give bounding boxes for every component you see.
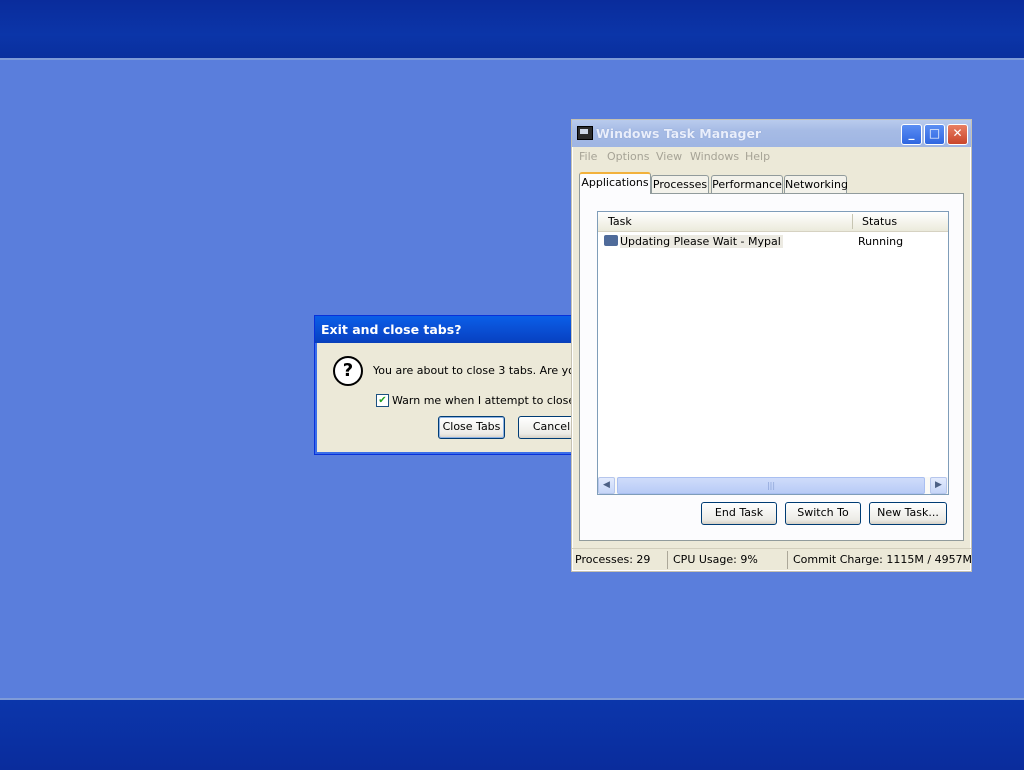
- status-divider: [667, 551, 668, 569]
- desktop-bottom-band: [0, 698, 1024, 770]
- task-list-header: Task Status: [598, 212, 948, 232]
- menu-file[interactable]: File: [579, 150, 597, 163]
- minimize-button[interactable]: _: [901, 124, 922, 145]
- status-commit: Commit Charge: 1115M / 4957M: [793, 553, 973, 566]
- app-window-icon: [604, 235, 618, 246]
- tab-performance[interactable]: Performance: [711, 175, 783, 194]
- menu-bar: File Options View Windows Help: [572, 147, 971, 166]
- new-task-button[interactable]: New Task...: [869, 502, 947, 525]
- warn-checkbox-label[interactable]: Warn me when I attempt to close mul: [392, 394, 599, 407]
- dialog-message: You are about to close 3 tabs. Are you s…: [373, 364, 599, 377]
- close-button[interactable]: ✕: [947, 124, 968, 145]
- switch-to-button[interactable]: Switch To: [785, 502, 861, 525]
- menu-view[interactable]: View: [656, 150, 682, 163]
- task-manager-icon: [577, 126, 593, 140]
- close-tabs-button[interactable]: Close Tabs: [438, 416, 505, 439]
- status-divider: [787, 551, 788, 569]
- task-manager-titlebar[interactable]: Windows Task Manager _ □ ✕: [572, 120, 971, 147]
- menu-options[interactable]: Options: [607, 150, 649, 163]
- menu-help[interactable]: Help: [745, 150, 770, 163]
- desktop-top-band: [0, 0, 1024, 60]
- status-bar: Processes: 29 CPU Usage: 9% Commit Charg…: [572, 548, 973, 571]
- task-list[interactable]: Task Status Updating Please Wait - Mypal…: [597, 211, 949, 495]
- tab-networking[interactable]: Networking: [784, 175, 848, 194]
- dialog-title[interactable]: Exit and close tabs?: [315, 316, 615, 343]
- column-header-task[interactable]: Task: [608, 215, 632, 228]
- scroll-right-icon[interactable]: ▶: [930, 477, 947, 494]
- task-name: Updating Please Wait - Mypal: [620, 235, 783, 248]
- question-icon: ?: [333, 356, 363, 386]
- column-divider[interactable]: [852, 214, 853, 229]
- menu-windows[interactable]: Windows: [690, 150, 739, 163]
- task-row[interactable]: Updating Please Wait - Mypal Running: [600, 233, 944, 250]
- maximize-button[interactable]: □: [924, 124, 945, 145]
- scroll-left-icon[interactable]: ◀: [598, 477, 615, 494]
- end-task-button[interactable]: End Task: [701, 502, 777, 525]
- tab-applications[interactable]: Applications: [579, 172, 651, 194]
- task-manager-title: Windows Task Manager: [596, 126, 762, 141]
- horizontal-scrollbar[interactable]: ◀ ||| ▶: [598, 477, 948, 494]
- task-status: Running: [858, 235, 904, 248]
- task-manager-window: Windows Task Manager _ □ ✕ File Options …: [571, 119, 972, 572]
- status-processes: Processes: 29: [575, 553, 651, 566]
- scrollbar-thumb[interactable]: |||: [617, 477, 925, 494]
- status-cpu: CPU Usage: 9%: [673, 553, 758, 566]
- column-header-status[interactable]: Status: [862, 215, 897, 228]
- tab-processes[interactable]: Processes: [651, 175, 709, 194]
- warn-checkbox[interactable]: ✔: [376, 394, 389, 407]
